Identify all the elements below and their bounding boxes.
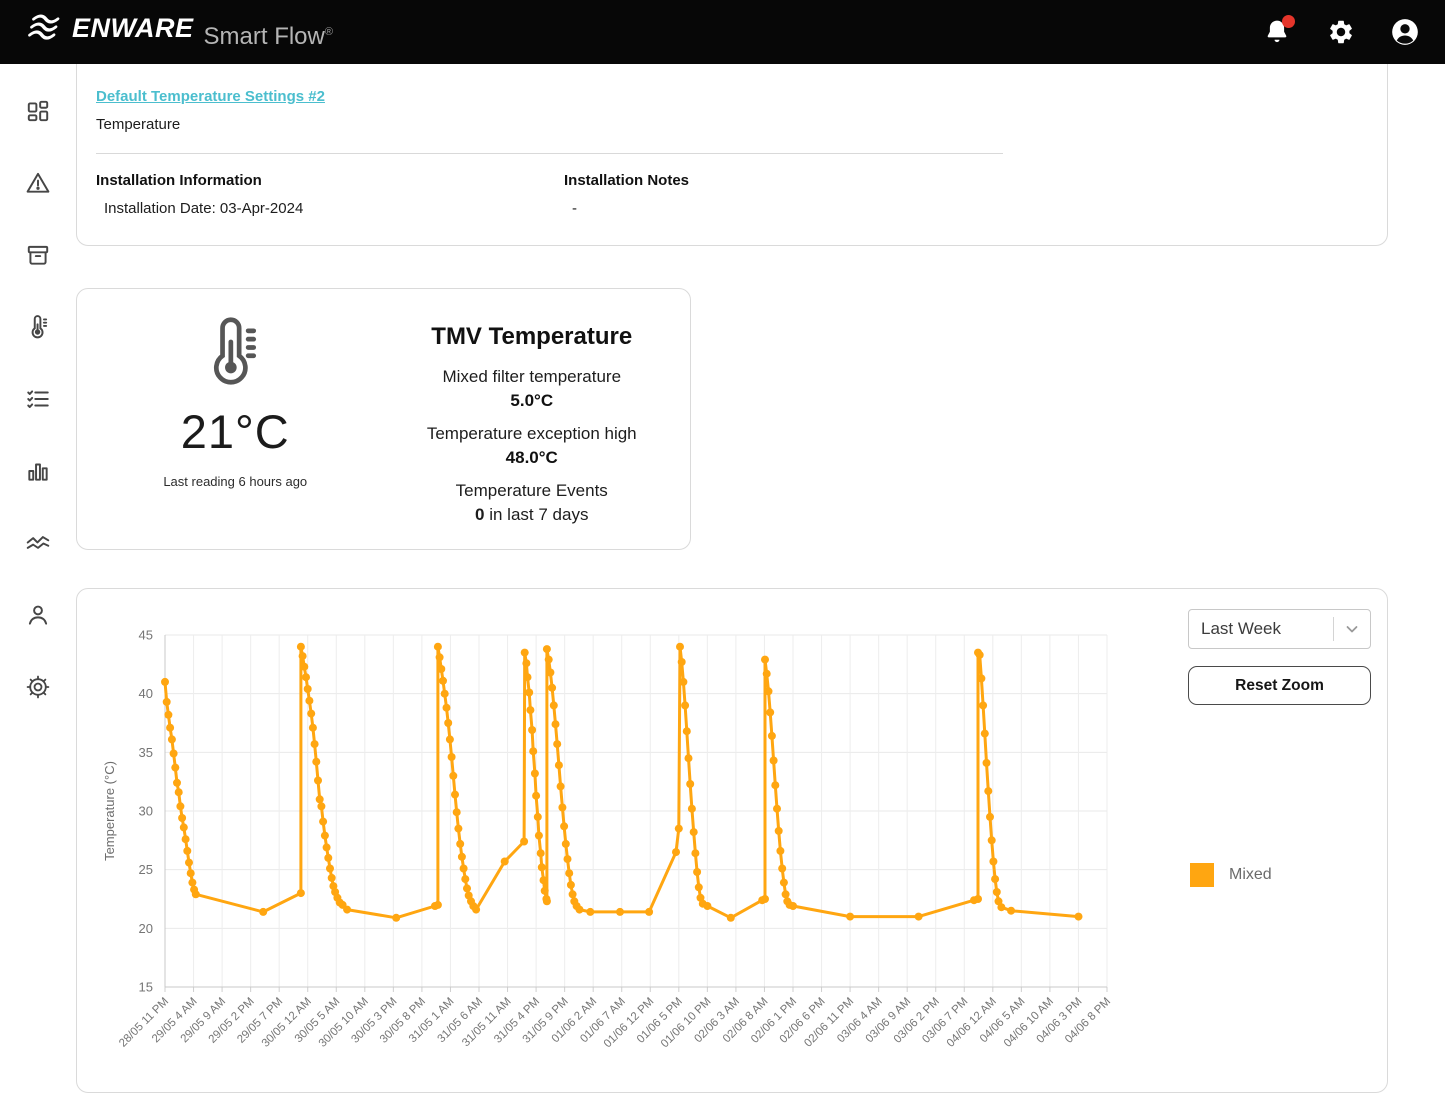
overview-card: Default Temperature Settings #2 Temperat… — [76, 64, 1388, 246]
last-reading-label: Last reading 6 hours ago — [87, 474, 384, 489]
installation-date-value: Installation Date: 03-Apr-2024 — [96, 200, 564, 217]
exception-high-label: Temperature exception high — [384, 424, 681, 444]
trends-icon[interactable] — [25, 530, 51, 556]
tmv-temperature-card: 21°C Last reading 6 hours ago TMV Temper… — [76, 288, 691, 550]
svg-text:25: 25 — [139, 862, 153, 877]
chevron-down-icon — [1334, 621, 1360, 637]
tmv-card-title: TMV Temperature — [384, 323, 681, 351]
svg-text:15: 15 — [139, 980, 153, 995]
default-temperature-settings-link[interactable]: Default Temperature Settings #2 — [96, 88, 325, 105]
svg-text:40: 40 — [139, 686, 153, 701]
mixed-filter-value: 5.0°C — [384, 391, 681, 411]
temperature-events-label: Temperature Events — [384, 481, 681, 501]
svg-text:20: 20 — [139, 921, 153, 936]
svg-text:45: 45 — [139, 628, 153, 643]
top-bar: ENWARE Smart Flow® — [0, 0, 1445, 64]
bell-icon[interactable] — [1263, 18, 1291, 46]
divider — [96, 153, 1003, 154]
sidebar — [0, 64, 76, 700]
notification-badge — [1282, 15, 1295, 28]
installation-notes-heading: Installation Notes — [564, 172, 689, 189]
temperature-events-value: 0 in last 7 days — [384, 505, 681, 525]
settings-icon[interactable] — [25, 674, 51, 700]
device-type-label: Temperature — [96, 116, 1368, 133]
legend-label-mixed: Mixed — [1229, 866, 1272, 884]
checklist-icon[interactable] — [25, 386, 51, 412]
temperature-chart-card: 1520253035404528/05 11 PM29/05 4 AM29/05… — [76, 588, 1388, 1093]
thermometer-large-icon — [202, 317, 268, 389]
exception-high-value: 48.0°C — [384, 448, 681, 468]
account-icon[interactable] — [1391, 18, 1419, 46]
current-temperature: 21°C — [87, 404, 384, 459]
alert-triangle-icon[interactable] — [25, 170, 51, 196]
mixed-filter-label: Mixed filter temperature — [384, 367, 681, 387]
main-content: Default Temperature Settings #2 Temperat… — [76, 64, 1445, 1109]
installation-information-heading: Installation Information — [96, 172, 564, 189]
waves-logo-icon — [26, 14, 64, 44]
brand-product: Smart Flow® — [204, 23, 333, 51]
svg-text:30: 30 — [139, 804, 153, 819]
installation-notes-value: - — [564, 200, 689, 217]
svg-text:Temperature (°C): Temperature (°C) — [102, 761, 117, 861]
registered-mark: ® — [325, 26, 333, 38]
thermometer-icon[interactable] — [25, 314, 51, 340]
temperature-line-chart[interactable]: 1520253035404528/05 11 PM29/05 4 AM29/05… — [93, 607, 1123, 1077]
brand: ENWARE Smart Flow® — [26, 13, 333, 51]
svg-text:35: 35 — [139, 745, 153, 760]
brand-name: ENWARE — [72, 13, 194, 44]
dashboard-icon[interactable] — [25, 98, 51, 124]
reset-zoom-button[interactable]: Reset Zoom — [1188, 666, 1371, 705]
legend-swatch-mixed — [1190, 863, 1214, 887]
range-select-value: Last Week — [1201, 619, 1281, 639]
bar-chart-icon[interactable] — [25, 458, 51, 484]
gear-icon[interactable] — [1327, 18, 1355, 46]
archive-icon[interactable] — [25, 242, 51, 268]
range-select[interactable]: Last Week — [1188, 609, 1371, 649]
chart-legend: Mixed — [1188, 863, 1371, 887]
user-icon[interactable] — [25, 602, 51, 628]
